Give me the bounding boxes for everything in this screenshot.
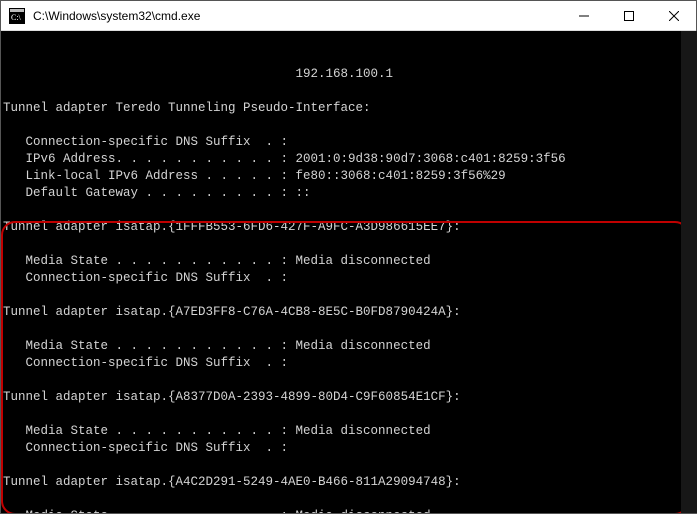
window-title: C:\Windows\system32\cmd.exe xyxy=(31,9,561,23)
teredo-dns: Connection-specific DNS Suffix . : xyxy=(3,135,288,149)
close-button[interactable] xyxy=(651,1,696,30)
isatap-header: Tunnel adapter isatap.{A7ED3FF8-C76A-4CB… xyxy=(3,305,461,319)
teredo-ipv6: IPv6 Address. . . . . . . . . . . : 2001… xyxy=(3,152,566,166)
teredo-linklocal: Link-local IPv6 Address . . . . . : fe80… xyxy=(3,169,506,183)
isatap-dns: Connection-specific DNS Suffix . : xyxy=(3,356,288,370)
isatap-media: Media State . . . . . . . . . . . : Medi… xyxy=(3,339,431,353)
ip-line: 192.168.100.1 xyxy=(3,67,393,81)
window-controls xyxy=(561,1,696,30)
isatap-header: Tunnel adapter isatap.{1FFFB553-6FD6-427… xyxy=(3,220,461,234)
isatap-header: Tunnel adapter isatap.{A8377D0A-2393-489… xyxy=(3,390,461,404)
minimize-button[interactable] xyxy=(561,1,606,30)
terminal-text: 192.168.100.1 Tunnel adapter Teredo Tunn… xyxy=(3,66,696,513)
maximize-button[interactable] xyxy=(606,1,651,30)
terminal-output[interactable]: 192.168.100.1 Tunnel adapter Teredo Tunn… xyxy=(1,31,696,513)
cmd-icon: C:\ xyxy=(9,8,25,24)
titlebar[interactable]: C:\ C:\Windows\system32\cmd.exe xyxy=(1,1,696,31)
teredo-header: Tunnel adapter Teredo Tunneling Pseudo-I… xyxy=(3,101,371,115)
isatap-dns: Connection-specific DNS Suffix . : xyxy=(3,441,288,455)
isatap-header: Tunnel adapter isatap.{A4C2D291-5249-4AE… xyxy=(3,475,461,489)
isatap-media: Media State . . . . . . . . . . . : Medi… xyxy=(3,509,431,513)
teredo-gateway: Default Gateway . . . . . . . . . : :: xyxy=(3,186,311,200)
cmd-window: C:\ C:\Windows\system32\cmd.exe 192.168.… xyxy=(0,0,697,514)
isatap-media: Media State . . . . . . . . . . . : Medi… xyxy=(3,424,431,438)
svg-text:C:\: C:\ xyxy=(11,13,22,22)
terminal-scrollbar[interactable] xyxy=(681,31,697,513)
isatap-dns: Connection-specific DNS Suffix . : xyxy=(3,271,288,285)
isatap-media: Media State . . . . . . . . . . . : Medi… xyxy=(3,254,431,268)
